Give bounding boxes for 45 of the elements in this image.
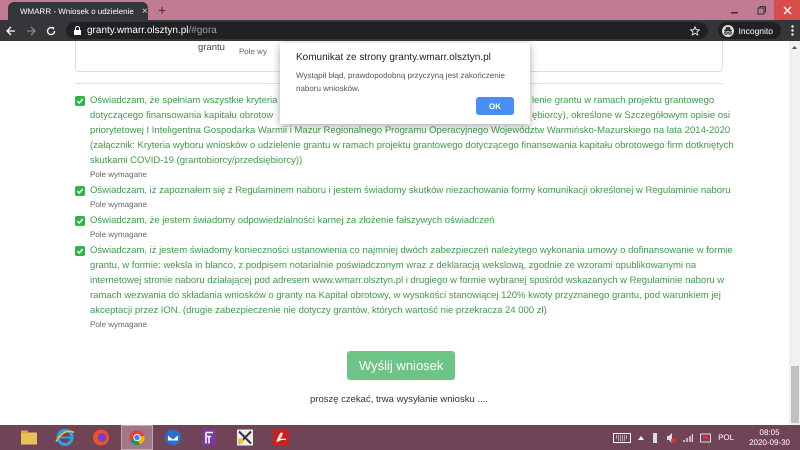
- checkbox[interactable]: [75, 186, 85, 196]
- required-hint: Pole wy: [238, 46, 267, 58]
- tab-title: WMARR - Wniosek o udzielenie: [20, 6, 134, 16]
- field-label: grantu: [198, 42, 225, 55]
- dialog-title: Komunikat ze strony granty.wmarr.olsztyn.pl: [296, 52, 492, 63]
- incognito-badge[interactable]: Incognito: [718, 22, 781, 39]
- checkbox[interactable]: [75, 246, 85, 256]
- declaration-text: ębiorcy), określone w Szczegółowym opisie osi: [532, 109, 731, 123]
- language-indicator[interactable]: POL: [718, 433, 734, 442]
- lock-icon: [74, 26, 81, 35]
- menu-icon[interactable]: [791, 25, 794, 36]
- new-tab-button[interactable]: +: [158, 2, 166, 18]
- required-hint: Pole wymagane: [90, 229, 148, 241]
- declaration-text: Oświadczam, iż jestem świadomy konieczności ustanowienia co najmniej dwóch zabezpieczeń należytego wykonania umowy o dofinansowanie w formie grantu, w formie: weksla in blanco, z podpisem notarialnie poświadczonym wraz z deklaracją wekslową, zgodnie ze wzorami opublikowanymi na internetowej stronie naboru działającej pod adresem www.wmarr.olsztyn.pl i drugiego w formie wybranej spośród wskazanych w Regulaminie naboru w ramach wezwania do składania wniosków o granty na Kapitał obrotowy, w wysokości stanowiącej 120% kwoty przyznanego grantu, pod warunkiem jej akceptacji przez ION. (drugie zabezpieczenie nie dotyczy grantów, których wartość nie przekracza 24 000 zł): [90, 244, 734, 318]
- checkbox[interactable]: [75, 96, 85, 106]
- keyboard-icon[interactable]: [613, 432, 632, 442]
- address-bar[interactable]: granty.wmarr.olsztyn.pl/#gora: [66, 22, 708, 39]
- required-hint: Pole wymagane: [90, 319, 148, 331]
- required-hint: Pole wymagane: [90, 169, 148, 181]
- chevron-up-icon[interactable]: [638, 436, 644, 440]
- scrollbar[interactable]: [789, 41, 800, 425]
- signal-icon[interactable]: [683, 433, 694, 442]
- declaration-text: Oświadczam, że spełniam wszystkie kryteria: [90, 94, 278, 108]
- declaration-text: lenie grantu w ramach projektu grantowego: [532, 94, 716, 108]
- clock[interactable]: 08:05 2020-09-30: [749, 428, 790, 448]
- required-hint: Pole wymagane: [90, 199, 148, 211]
- forward-icon[interactable]: [26, 26, 36, 36]
- declaration-text: Oświadczam, iż zapoznałem się z Regulaminem naboru i jestem świadomy skutków niezachowania formy komunikacji określonej w Regulaminie naboru: [90, 184, 730, 198]
- star-icon[interactable]: [690, 26, 700, 36]
- tab-close-button[interactable]: ×: [140, 6, 148, 16]
- dialog-message: Wystąpił błąd, prawdopodobną przyczyną jest zakończenie naboru wniosków.: [296, 70, 506, 95]
- incognito-icon: [722, 24, 734, 36]
- scrollbar-thumb[interactable]: [790, 366, 798, 423]
- browser-tab[interactable]: WMARR - Wniosek o udzielenie ×: [8, 2, 148, 20]
- network-icon[interactable]: [700, 432, 712, 442]
- close-icon[interactable]: [774, 0, 800, 20]
- declaration-text: priorytetowej I Inteligentna Gospodarka Warmii i Mazur Regionalnego Programu Operacyjnego Województw Warmińsko-Mazurskiego na lata 2014-2020 (załącznik: Kryteria wyboru wniosków o udzielenie grantu w ramach projektu grantowego dotyczącego finansowania kapitału obrotowego firm dotkniętych skutkami COVID-19 (grantobiorcy/przedsiębiorcy)): [90, 124, 735, 168]
- declaration-text: dotyczącego finansowania kapitału obrotow: [90, 109, 274, 123]
- checkbox[interactable]: [75, 216, 85, 226]
- mute-icon[interactable]: [666, 432, 676, 442]
- scroll-up-icon[interactable]: [791, 44, 798, 50]
- back-icon[interactable]: [6, 26, 16, 36]
- reload-icon[interactable]: [46, 26, 56, 36]
- declaration-text: Oświadczam, że jestem świadomy odpowiedzialności karnej za złożenie fałszywych oświadczeń: [90, 214, 494, 228]
- status-message: proszę czekać, trwa wysyłanie wniosku ....: [310, 394, 489, 405]
